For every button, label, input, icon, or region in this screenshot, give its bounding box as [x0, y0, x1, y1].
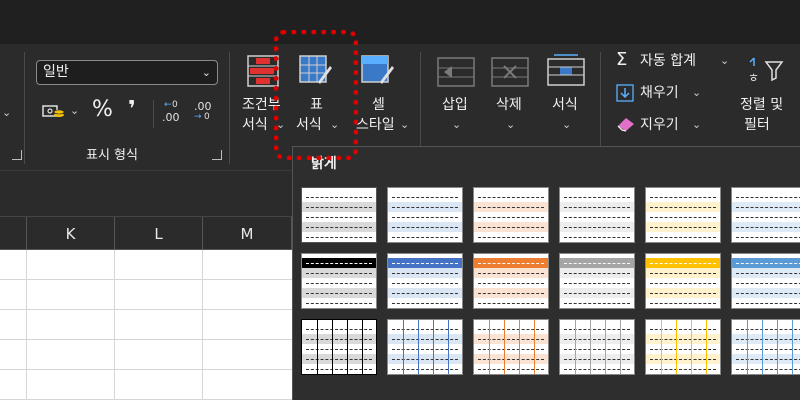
title-bar [0, 0, 800, 44]
autosum-icon[interactable]: Σ [616, 50, 627, 69]
delete-label[interactable]: 삭제 [496, 96, 522, 115]
conditional-formatting-label-2[interactable]: 서식 [242, 116, 268, 135]
format-label[interactable]: 서식 [552, 96, 578, 115]
decrease-decimal-button[interactable]: .00 → 0 [192, 100, 216, 126]
sort-filter-label-2[interactable]: 필터 [744, 116, 770, 135]
table-style-thumbnail[interactable] [559, 253, 635, 309]
table-style-thumbnail[interactable] [387, 187, 463, 243]
delete-cells-icon[interactable] [490, 56, 530, 88]
table-style-thumbnail[interactable] [559, 319, 635, 375]
cell-styles-label-2[interactable]: 스타일 [356, 116, 395, 135]
table-style-thumbnail[interactable] [301, 187, 377, 243]
insert-cells-icon[interactable] [436, 56, 476, 88]
chevron-down-icon: ⌄ [506, 118, 516, 131]
table-style-thumbnail[interactable] [473, 253, 549, 309]
chevron-down-icon[interactable]: ⌄ [692, 118, 701, 131]
dialog-launcher-icon[interactable] [12, 150, 22, 160]
accounting-format-icon[interactable] [42, 102, 66, 122]
format-cells-icon[interactable] [546, 52, 586, 88]
chevron-down-icon[interactable]: ⌄ [720, 54, 729, 67]
table-style-thumbnail[interactable] [645, 319, 721, 375]
table-style-gallery: 밝게 [292, 146, 800, 400]
table-style-thumbnail[interactable] [301, 253, 377, 309]
sort-filter-label-1[interactable]: 정렬 및 [740, 96, 783, 115]
table-style-thumbnail[interactable] [473, 319, 549, 375]
table-style-thumbnail[interactable] [731, 187, 800, 243]
column-header-l[interactable]: L [115, 217, 203, 250]
fill-label[interactable]: 채우기 [640, 84, 679, 103]
table-style-thumbnail[interactable] [559, 187, 635, 243]
sort-filter-icon[interactable]: ㅎ [746, 56, 786, 86]
column-header[interactable] [0, 217, 27, 250]
table-style-thumbnail[interactable] [731, 253, 800, 309]
number-dialog-launcher-icon[interactable] [212, 150, 222, 160]
chevron-down-icon: ⌄ [452, 118, 462, 131]
svg-text:ㅎ: ㅎ [748, 71, 759, 85]
chevron-down-icon: ⌄ [201, 66, 211, 79]
table-style-thumbnail[interactable] [645, 187, 721, 243]
autosum-label[interactable]: 자동 합계 [640, 52, 696, 71]
chevron-down-icon: ⌄ [562, 118, 572, 131]
right-arrow-icon: → [194, 112, 202, 122]
percent-style-button[interactable]: % [92, 99, 113, 121]
divider [153, 100, 154, 128]
clear-label[interactable]: 지우기 [640, 116, 679, 135]
insert-label[interactable]: 삽입 [442, 96, 468, 115]
cell-styles-label-1[interactable]: 셀 [372, 96, 385, 115]
comma-style-button[interactable]: ❜ [128, 99, 136, 121]
table-style-thumbnail[interactable] [731, 319, 800, 375]
table-style-thumbnail[interactable] [387, 253, 463, 309]
number-format-select[interactable]: 일반 ⌄ [36, 60, 218, 85]
column-header-k[interactable]: K [27, 217, 115, 250]
group-divider [24, 52, 25, 164]
number-format-value: 일반 [43, 64, 69, 80]
accounting-dropdown-icon[interactable]: ⌄ [70, 104, 79, 117]
column-header-m[interactable]: M [203, 217, 292, 250]
left-arrow-icon: ← [164, 100, 172, 110]
group-divider [229, 52, 230, 164]
highlight-annotation [274, 30, 358, 160]
table-style-thumbnail[interactable] [473, 187, 549, 243]
table-style-thumbnail[interactable] [301, 319, 377, 375]
table-style-thumbnail[interactable] [645, 253, 721, 309]
eraser-icon[interactable] [616, 116, 636, 132]
chevron-down-icon[interactable]: ⌄ [692, 86, 701, 99]
chevron-down-icon: ⌄ [400, 118, 410, 131]
number-group-label: 표시 형식 [86, 148, 138, 163]
ribbon-scroll-left-icon[interactable]: ⌄ [2, 106, 11, 119]
increase-decimal-button[interactable]: ← 0 .00 [160, 100, 184, 126]
fill-down-icon[interactable] [616, 84, 634, 102]
table-style-thumbnail[interactable] [387, 319, 463, 375]
cell-styles-icon[interactable] [358, 52, 396, 90]
